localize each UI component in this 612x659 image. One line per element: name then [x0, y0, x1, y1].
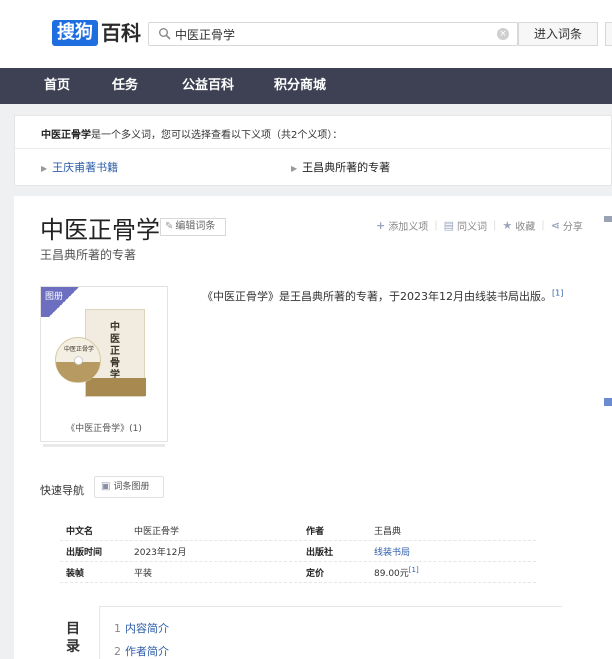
toc-label-box: 目录 — [46, 606, 100, 659]
edit-label: 编辑词条 — [175, 221, 216, 232]
sogou-baike-logo[interactable]: 搜狗 百科 — [52, 20, 141, 46]
pencil-icon: ✎ — [165, 221, 174, 232]
toc-item-number: 2 — [114, 645, 121, 658]
search-icon — [159, 28, 171, 40]
search-web-button[interactable] — [605, 22, 612, 46]
toc-item-1[interactable]: 1 内容简介 — [114, 620, 169, 636]
info-row: 装帧 平装 定价 89.00元[1] — [60, 562, 536, 583]
edit-entry-button[interactable]: ✎ 编辑词条 — [160, 218, 226, 236]
info-key: 定价 — [306, 569, 325, 579]
info-key: 中文名 — [66, 527, 94, 537]
triangle-right-icon: ▶ — [41, 164, 48, 173]
main-nav: 首页 任务 公益百科 积分商城 — [0, 68, 612, 104]
disambiguation-panel: 中医正骨学是一个多义词，您可以选择查看以下义项（共2个义项）： ▶ 王庆甫著书籍 … — [14, 115, 612, 186]
action-label: 添加义项 — [388, 222, 429, 233]
toc-top-border — [46, 606, 562, 607]
clear-search-icon[interactable]: × — [497, 28, 509, 40]
disc-hole — [74, 356, 83, 365]
separator: | — [541, 220, 545, 231]
album-stack-edge — [43, 444, 165, 447]
info-key: 出版社 — [306, 548, 334, 558]
entry-album[interactable]: 图册 中医正骨学 中医正骨学 《中医正骨学》(1) — [40, 286, 168, 442]
entry-album-nav-button[interactable]: ▣ 词条图册 — [94, 476, 164, 498]
book-cover-title: 中医正骨学 — [110, 322, 120, 381]
action-label: 收藏 — [515, 222, 536, 233]
toc-item-label: 作者简介 — [125, 645, 169, 658]
star-icon: ★ — [502, 219, 513, 232]
gallery-icon: ▣ — [101, 481, 111, 492]
share-button[interactable]: ⋖ 分享 — [551, 218, 583, 233]
book-icon: ▤ — [443, 219, 454, 232]
top-header: 搜狗 百科 × 进入词条 — [0, 0, 612, 68]
search-box: × — [148, 22, 518, 46]
info-row: 出版时间 2023年12月 出版社 线装书局 — [60, 541, 536, 562]
info-value: 王昌典 — [374, 527, 402, 537]
plus-icon: + — [376, 219, 386, 232]
info-key: 作者 — [306, 527, 325, 537]
search-input[interactable] — [175, 25, 495, 43]
divider — [15, 148, 612, 149]
info-value: 89.00元[1] — [374, 566, 419, 579]
info-row: 中文名 中医正骨学 作者 王昌典 — [60, 520, 536, 541]
share-icon: ⋖ — [550, 219, 560, 232]
add-sense-button[interactable]: + 添加义项 — [376, 218, 428, 233]
toc-label: 目录 — [66, 621, 80, 655]
album-caption: 《中医正骨学》(1) — [66, 424, 142, 434]
nav-item-tasks[interactable]: 任务 — [112, 68, 138, 104]
quick-nav-label: 快速导航 — [40, 484, 84, 497]
album-tag-label: 图册 — [45, 292, 64, 302]
info-value: 中医正骨学 — [134, 527, 180, 537]
toc-item-2[interactable]: 2 作者简介 — [114, 643, 169, 659]
summary-reference[interactable]: [1] — [552, 288, 563, 297]
separator: | — [434, 220, 438, 231]
disambiguation-option-2[interactable]: ▶ 王昌典所著的专著 — [291, 159, 390, 175]
page-title: 中医正骨学 — [40, 216, 160, 244]
quick-nav-button-label: 词条图册 — [113, 482, 150, 492]
publisher-link[interactable]: 线装书局 — [374, 545, 410, 558]
logo-text: 百科 — [101, 21, 141, 45]
summary-text: 《中医正骨学》是王昌典所著的专著，于2023年12月由线装书局出版。 — [202, 290, 552, 303]
action-label: 分享 — [562, 222, 583, 233]
entry-summary: 《中医正骨学》是王昌典所著的专著，于2023年12月由线装书局出版。[1] — [202, 288, 602, 304]
nav-item-points-mall[interactable]: 积分商城 — [274, 68, 326, 104]
option-label: 王庆甫著书籍 — [52, 161, 119, 174]
sidebar-fragment — [604, 398, 612, 406]
nav-item-charity[interactable]: 公益百科 — [182, 68, 234, 104]
logo-badge: 搜狗 — [52, 20, 98, 46]
price-value: 89.00元 — [374, 569, 409, 579]
option-label: 王昌典所著的专著 — [302, 161, 391, 174]
enter-entry-button[interactable]: 进入词条 — [518, 22, 598, 46]
entry-subtitle: 王昌典所著的专著 — [40, 248, 137, 262]
album-tag: 图册 — [41, 287, 87, 317]
book-cover-band — [86, 378, 146, 396]
triangle-right-icon: ▶ — [291, 164, 298, 173]
entry-main: 中医正骨学 ✎ 编辑词条 王昌典所著的专著 + 添加义项 | ▤ 同义词 | ★ 收藏 … — [14, 196, 612, 659]
info-key: 出版时间 — [66, 548, 103, 558]
disc-label: 中医正骨学 — [64, 346, 95, 353]
disambiguation-option-1[interactable]: ▶ 王庆甫著书籍 — [41, 159, 118, 175]
sidebar-fragment — [604, 216, 612, 222]
disambiguation-header: 中医正骨学是一个多义词，您可以选择查看以下义项（共2个义项）： — [41, 126, 342, 141]
info-value: 2023年12月 — [134, 548, 187, 558]
favorite-button[interactable]: ★ 收藏 — [502, 218, 535, 233]
info-value: 平装 — [134, 569, 153, 579]
toc-item-label: 内容简介 — [125, 622, 169, 635]
disc-image: 中医正骨学 — [55, 337, 101, 383]
action-label: 同义词 — [457, 222, 487, 233]
separator: | — [493, 220, 497, 231]
disambiguation-text: 是一个多义词，您可以选择查看以下义项（共2个义项）： — [91, 130, 343, 141]
nav-item-home[interactable]: 首页 — [44, 68, 70, 104]
price-reference[interactable]: [1] — [409, 566, 419, 574]
info-key: 装帧 — [66, 569, 85, 579]
synonym-button[interactable]: ▤ 同义词 — [444, 218, 487, 233]
entry-actions: + 添加义项 | ▤ 同义词 | ★ 收藏 | ⋖ 分享 — [376, 218, 583, 233]
toc-item-number: 1 — [114, 622, 121, 635]
disambiguation-term: 中医正骨学 — [41, 130, 91, 141]
